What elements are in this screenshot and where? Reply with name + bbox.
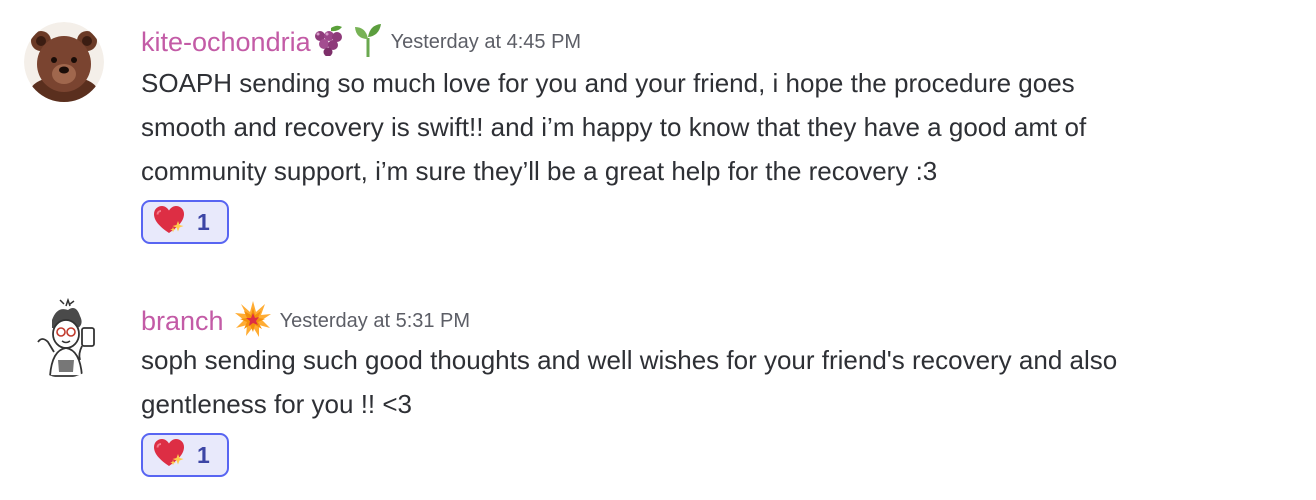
timestamp: Yesterday at 5:31 PM [279, 310, 471, 332]
message-content: soph sending such good thoughts and well… [141, 338, 1301, 426]
username[interactable]: branch [141, 306, 224, 337]
avatar[interactable] [24, 298, 104, 378]
message-line: community support, i’m sure they’ll be a… [141, 156, 938, 186]
reaction-button[interactable]: 1 [141, 433, 229, 477]
avatar[interactable] [24, 22, 104, 102]
message-line: gentleness for you !! <3 [141, 389, 413, 419]
message-line: soph sending such good thoughts and well… [141, 345, 1118, 375]
message-header: kite-ochondria Yesterday at 4:45 PM [141, 22, 581, 63]
reaction-button[interactable]: 1 [141, 200, 229, 244]
message-line: SOAPH sending so much love for you and y… [141, 68, 1075, 98]
message-header: branch Yesterday at 5:31 PM [141, 300, 470, 343]
username[interactable]: kite-ochondria [141, 27, 311, 58]
grapes-icon [311, 24, 345, 61]
sparkling-heart-icon [153, 205, 185, 240]
reaction-count: 1 [197, 441, 210, 468]
message-content: SOAPH sending so much love for you and y… [141, 61, 1301, 193]
seedling-icon [353, 22, 383, 63]
collision-icon [234, 300, 272, 343]
timestamp: Yesterday at 4:45 PM [390, 31, 582, 53]
sparkling-heart-icon [153, 438, 185, 473]
message-line: smooth and recovery is swift!! and i’m h… [141, 112, 1087, 142]
reaction-count: 1 [197, 208, 210, 235]
